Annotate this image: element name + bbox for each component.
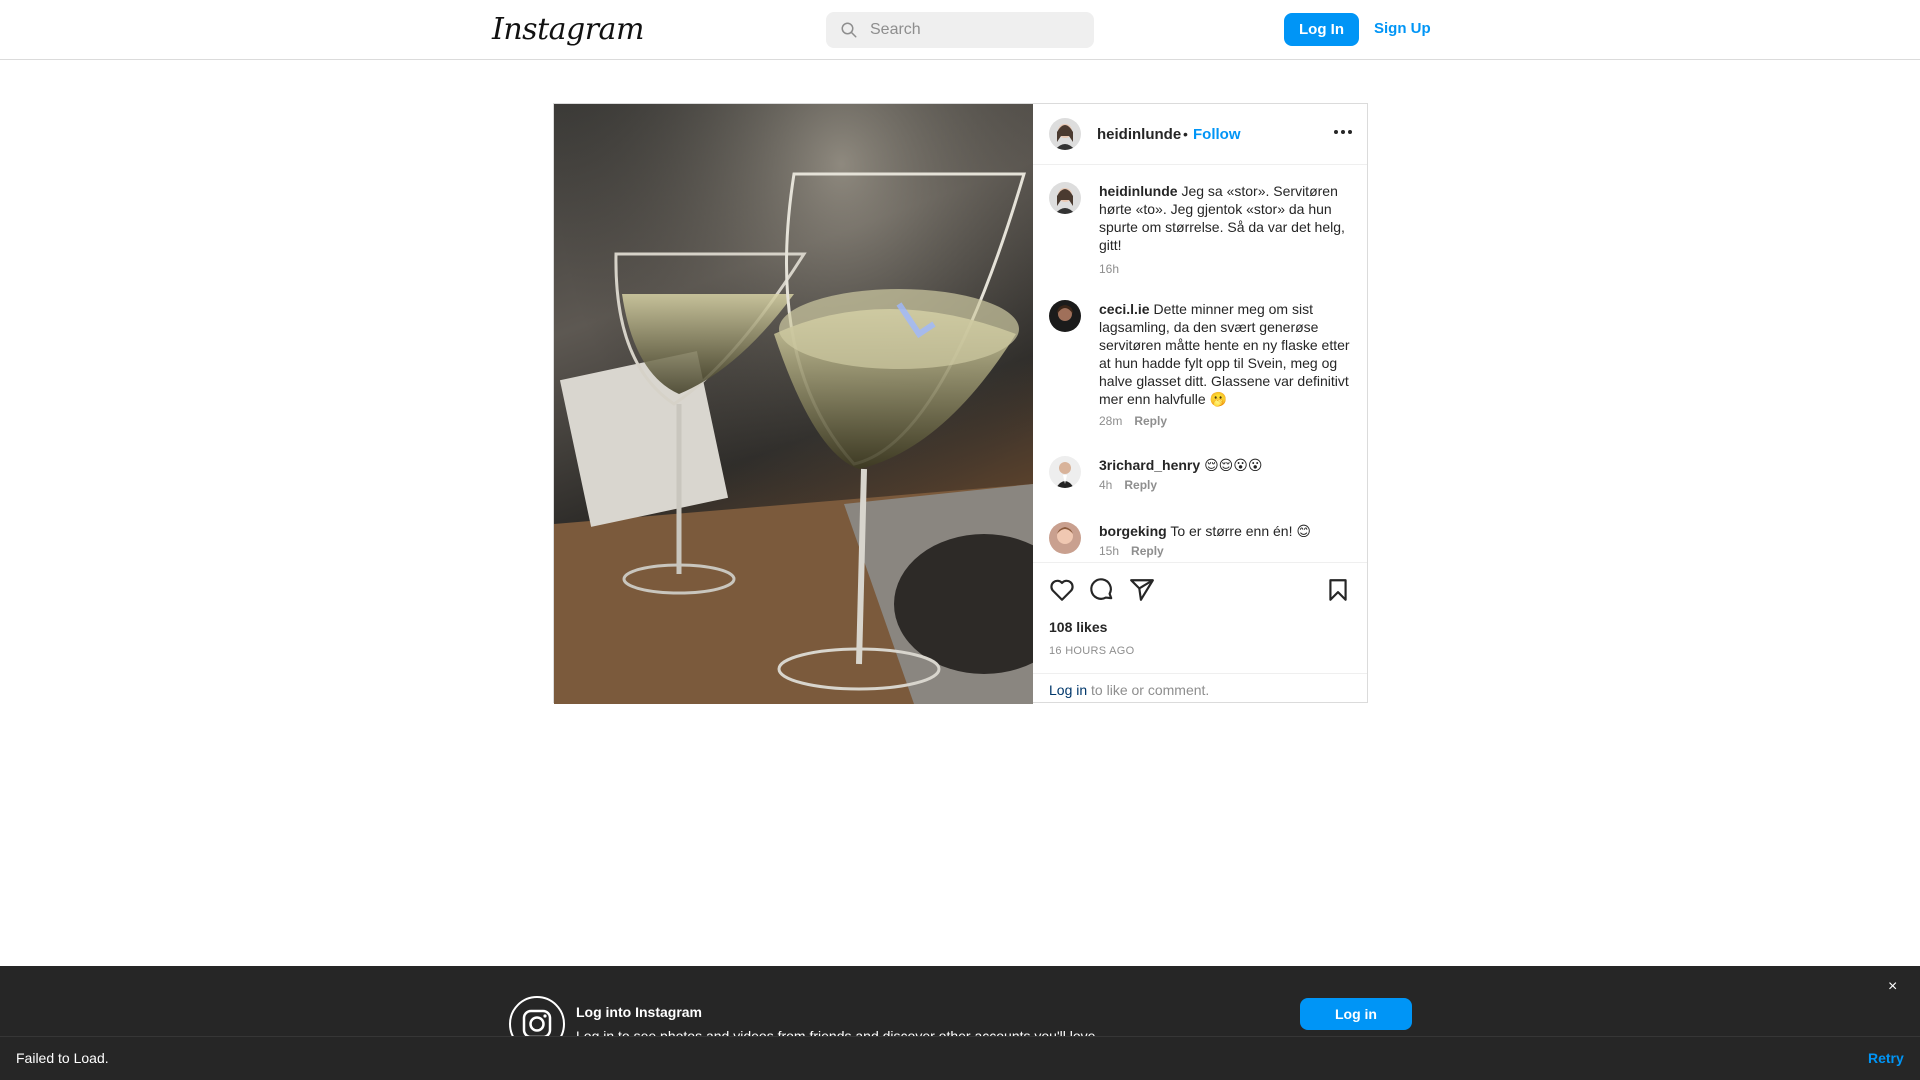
comment-text: ceci.l.ie Dette minner meg om sist lagsa… xyxy=(1099,300,1351,408)
login-link[interactable]: Log in xyxy=(1049,682,1087,698)
top-navigation-bar: Instagram Log In Sign Up xyxy=(0,0,1920,60)
comment-time[interactable]: 15h xyxy=(1099,544,1119,558)
comment-time[interactable]: 28m xyxy=(1099,414,1122,428)
signup-link[interactable]: Sign Up xyxy=(1374,20,1431,37)
separator-dot: • xyxy=(1183,126,1188,142)
comment-time[interactable]: 4h xyxy=(1099,478,1112,492)
login-button[interactable]: Log In xyxy=(1284,13,1359,46)
instagram-logo[interactable]: Instagram xyxy=(492,12,644,47)
commenter-avatar[interactable] xyxy=(1049,456,1081,488)
commenter-avatar[interactable] xyxy=(1049,300,1081,332)
comment-username[interactable]: ceci.l.ie xyxy=(1099,301,1150,317)
heart-icon[interactable] xyxy=(1049,577,1075,603)
search-icon xyxy=(841,22,857,38)
post-timestamp: 16 HOURS AGO xyxy=(1049,645,1135,657)
search-box[interactable] xyxy=(826,12,1094,48)
wine-glasses-image xyxy=(554,104,1033,704)
bookmark-icon[interactable] xyxy=(1325,577,1351,603)
retry-button[interactable]: Retry xyxy=(1868,1050,1904,1066)
reply-button[interactable]: Reply xyxy=(1124,478,1157,492)
banner-title: Log into Instagram xyxy=(576,1004,702,1020)
toast-message: Failed to Load. xyxy=(16,1050,109,1066)
comment-meta: 4h Reply xyxy=(1099,478,1157,492)
post-photo[interactable] xyxy=(554,104,1033,704)
error-toast: Failed to Load. Retry xyxy=(0,1036,1920,1080)
share-icon[interactable] xyxy=(1129,577,1155,603)
comment-text: borgeking To er større enn én! 😊 xyxy=(1099,522,1351,540)
post-actions: 108 likes 16 HOURS AGO Log in to like or… xyxy=(1033,562,1367,702)
login-prompt: Log in to like or comment. xyxy=(1033,673,1367,703)
close-icon[interactable]: × xyxy=(1888,978,1897,996)
comment-meta: 28m Reply xyxy=(1099,414,1167,428)
login-banner: Log into Instagram Log in to see photos … xyxy=(0,966,1920,1052)
comment-username[interactable]: 3richard_henry xyxy=(1099,457,1200,473)
comment-text: 3richard_henry 😌😌😮😮 xyxy=(1099,456,1351,474)
post-card: heidinlunde • Follow heidinlunde Jeg sa … xyxy=(553,103,1368,704)
comment-meta: 15h Reply xyxy=(1099,544,1164,558)
comment-icon[interactable] xyxy=(1089,577,1115,603)
reply-button[interactable]: Reply xyxy=(1134,414,1167,428)
more-options-icon[interactable] xyxy=(1333,128,1353,136)
commenter-avatar[interactable] xyxy=(1049,522,1081,554)
comment-username[interactable]: borgeking xyxy=(1099,523,1167,539)
commenter-avatar[interactable] xyxy=(1049,182,1081,214)
banner-login-button[interactable]: Log in xyxy=(1300,998,1412,1030)
follow-button[interactable]: Follow xyxy=(1193,126,1241,143)
search-input[interactable] xyxy=(870,21,1070,39)
comment-text: heidinlunde Jeg sa «stor». Servitøren hø… xyxy=(1099,182,1351,254)
comment-username[interactable]: heidinlunde xyxy=(1099,183,1178,199)
likes-count[interactable]: 108 likes xyxy=(1049,619,1107,635)
login-prompt-text: to like or comment. xyxy=(1087,682,1210,698)
comment-body: 😌😌😮😮 xyxy=(1204,457,1263,473)
post-header: heidinlunde • Follow xyxy=(1033,104,1367,165)
author-username[interactable]: heidinlunde xyxy=(1097,126,1181,143)
post-sidebar: heidinlunde • Follow heidinlunde Jeg sa … xyxy=(1033,104,1367,702)
comment-time[interactable]: 16h xyxy=(1099,262,1119,276)
author-avatar[interactable] xyxy=(1049,118,1081,150)
comment-meta: 16h xyxy=(1099,262,1119,276)
comment-body: To er større enn én! 😊 xyxy=(1170,523,1311,539)
reply-button[interactable]: Reply xyxy=(1131,544,1164,558)
